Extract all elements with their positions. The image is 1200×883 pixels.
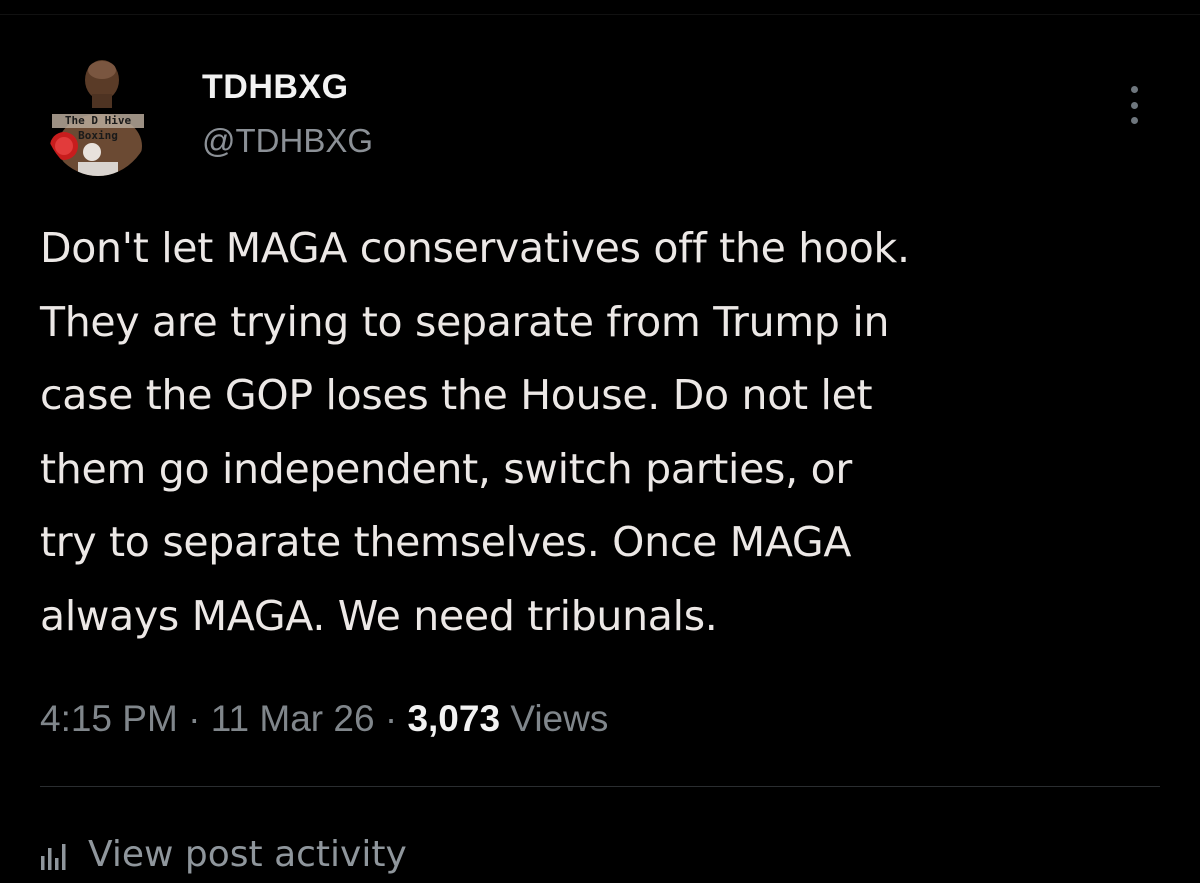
post-metadata: 4:15 PM · 11 Mar 26 · 3,073 Views bbox=[40, 698, 608, 740]
post-text-line: Don't let MAGA conservatives off the hoo… bbox=[40, 224, 910, 272]
top-divider bbox=[0, 14, 1200, 15]
more-dot-icon bbox=[1130, 117, 1138, 124]
meta-separator: · bbox=[177, 698, 211, 739]
views-label: Views bbox=[510, 698, 609, 739]
author-display-name[interactable]: TDHBXG bbox=[202, 68, 349, 107]
analytics-bars-icon bbox=[41, 843, 66, 870]
post-date[interactable]: 11 Mar 26 bbox=[211, 698, 375, 739]
view-post-activity-label: View post activity bbox=[88, 834, 407, 875]
more-dot-icon bbox=[1130, 101, 1138, 109]
views-count: 3,073 bbox=[407, 698, 501, 739]
post-text-line: them go independent, switch parties, or bbox=[40, 444, 852, 493]
more-dot-icon bbox=[1130, 86, 1138, 93]
view-post-activity-link[interactable]: View post activity bbox=[40, 834, 407, 875]
avatar-logo-text-1: The D Hive bbox=[65, 114, 132, 127]
avatar-image: The D Hive Boxing bbox=[44, 54, 152, 176]
author-handle[interactable]: @TDHBXG bbox=[202, 122, 373, 160]
avatar-logo-text-2: Boxing bbox=[78, 129, 118, 142]
more-options-button[interactable] bbox=[1118, 80, 1150, 130]
meta-separator: · bbox=[374, 698, 408, 739]
post-time[interactable]: 4:15 PM bbox=[40, 698, 178, 739]
divider bbox=[40, 786, 1160, 787]
post-text-line: case the GOP loses the House. Do not let bbox=[40, 371, 873, 420]
post-text-line: always MAGA. We need tribunals. bbox=[40, 591, 718, 640]
post-text-line: try to separate themselves. Once MAGA bbox=[40, 518, 852, 567]
post-text: Don't let MAGA conservatives off the hoo… bbox=[40, 212, 1180, 654]
avatar[interactable]: The D Hive Boxing bbox=[44, 54, 152, 176]
post-text-line: They are trying to separate from Trump i… bbox=[40, 297, 890, 346]
